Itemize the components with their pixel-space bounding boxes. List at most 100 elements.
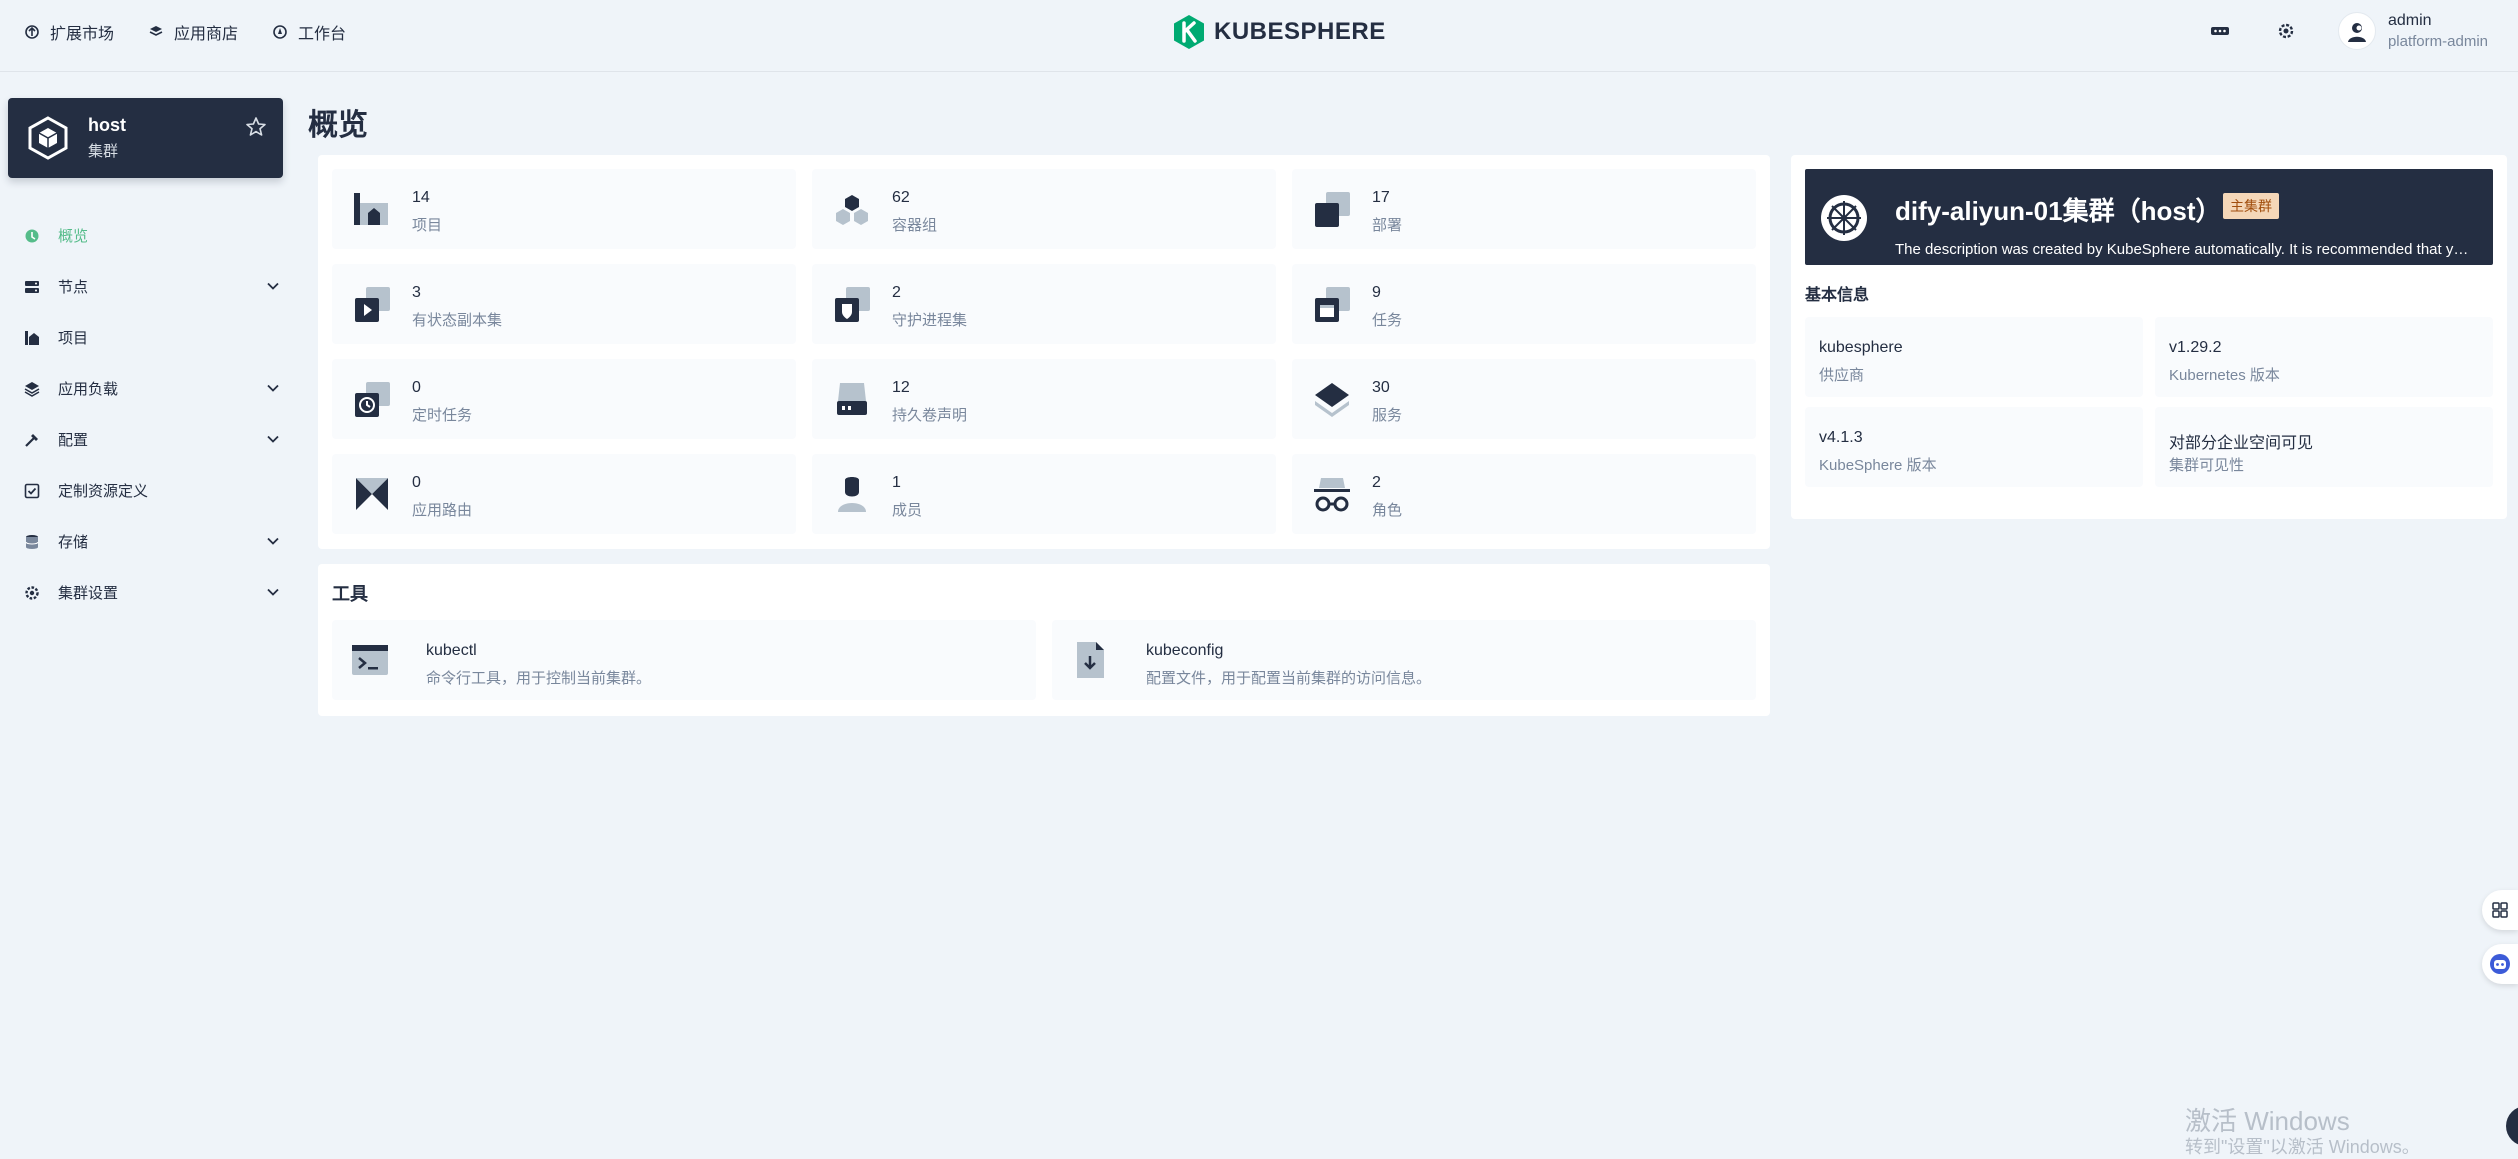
- sidebar-item-label: 集群设置: [58, 585, 119, 602]
- sidebar-item-crd[interactable]: 定制资源定义: [24, 465, 284, 516]
- float-apps-button[interactable]: [2482, 890, 2518, 930]
- stat-label: 任务: [1372, 312, 1403, 329]
- stat-pvcs[interactable]: 12 持久卷声明: [812, 359, 1276, 439]
- float-assistant-button[interactable]: [2482, 944, 2518, 984]
- stat-ingresses[interactable]: 0 应用路由: [332, 454, 796, 534]
- sidebar-item-cluster-settings[interactable]: 集群设置: [24, 567, 284, 618]
- tools-panel: 工具 kubectl 命令行工具，用于控制当前集群。 kubeconfig 配置…: [318, 564, 1770, 716]
- chevron-down-icon: [267, 384, 279, 392]
- tool-name: kubeconfig: [1146, 642, 1224, 659]
- top-bar: 扩展市场 应用商店 工作台 KUBESPHERE admin platform-…: [0, 0, 2518, 72]
- info-label: Kubernetes 版本: [2169, 367, 2280, 384]
- stat-statefulsets[interactable]: 3 有状态副本集: [332, 264, 796, 344]
- cluster-type: 集群: [88, 143, 119, 160]
- brand-name: KUBESPHERE: [1214, 18, 1386, 45]
- stat-label: 成员: [892, 502, 923, 519]
- top-right-actions: admin platform-admin: [2206, 12, 2488, 50]
- cluster-title: dify-aliyun-01集群（host）: [1895, 196, 2222, 226]
- side-nav: 概览 节点 项目 应用负载 配置 定制资源定义 存储 集群设置: [24, 210, 284, 618]
- stat-cronjobs[interactable]: 0 定时任务: [332, 359, 796, 439]
- cronjob-icon: [355, 382, 390, 417]
- tool-kubeconfig[interactable]: kubeconfig 配置文件，用于配置当前集群的访问信息。: [1052, 620, 1756, 700]
- settings-button[interactable]: [2272, 17, 2300, 45]
- info-label: 集群可见性: [2169, 457, 2245, 474]
- info-provider: kubesphere 供应商: [1805, 317, 2143, 397]
- stat-label: 守护进程集: [892, 312, 968, 329]
- topnav-workbench[interactable]: 工作台: [272, 20, 346, 44]
- user-menu[interactable]: admin platform-admin: [2337, 12, 2488, 50]
- stat-value: 0: [412, 474, 421, 491]
- stat-deployments[interactable]: 17 部署: [1292, 169, 1756, 249]
- stat-label: 有状态副本集: [412, 312, 503, 329]
- star-icon[interactable]: [245, 116, 267, 138]
- sidebar-item-config[interactable]: 配置: [24, 414, 284, 465]
- kubesphere-logo[interactable]: KUBESPHERE: [1172, 14, 1386, 50]
- sidebar-item-nodes[interactable]: 节点: [24, 261, 284, 312]
- cluster-icon: [28, 116, 68, 160]
- info-value: v4.1.3: [1819, 429, 1863, 446]
- topnav-app-store[interactable]: 应用商店: [148, 20, 238, 44]
- sidebar-item-overview[interactable]: 概览: [24, 210, 284, 261]
- topnav-extension-label: 扩展市场: [50, 26, 115, 43]
- download-file-icon: [1077, 642, 1104, 678]
- stat-label: 定时任务: [412, 407, 473, 424]
- kubernetes-icon: [1821, 195, 1867, 241]
- tool-desc: 命令行工具，用于控制当前集群。: [426, 670, 652, 687]
- corner-help-button[interactable]: [2506, 1106, 2518, 1146]
- job-icon: [1315, 287, 1350, 322]
- sidebar-item-projects[interactable]: 项目: [24, 312, 284, 363]
- kubesphere-logo-icon: [1174, 15, 1204, 49]
- stat-projects[interactable]: 14 项目: [332, 169, 796, 249]
- more-button[interactable]: [2206, 17, 2234, 45]
- terminal-icon: [352, 645, 388, 675]
- sidebar-item-storage[interactable]: 存储: [24, 516, 284, 567]
- info-value: kubesphere: [1819, 339, 1903, 356]
- role-icon: [1314, 478, 1350, 512]
- stat-value: 9: [1372, 284, 1381, 301]
- daemonset-icon: [835, 287, 870, 322]
- ingress-icon: [356, 478, 388, 510]
- page-title: 概览: [308, 109, 368, 142]
- stat-label: 角色: [1372, 502, 1403, 519]
- info-cluster-visibility: 对部分企业空间可见 集群可见性: [2155, 407, 2493, 487]
- topnav-extension-market[interactable]: 扩展市场: [24, 20, 114, 44]
- stat-members[interactable]: 1 成员: [812, 454, 1276, 534]
- stat-value: 2: [1372, 474, 1381, 491]
- windows-activation-watermark: 激活 Windows 转到"设置"以激活 Windows。: [2185, 1106, 2420, 1159]
- tool-name: kubectl: [426, 642, 477, 659]
- stat-daemonsets[interactable]: 2 守护进程集: [812, 264, 1276, 344]
- cluster-description: The description was created by KubeSpher…: [1895, 241, 2475, 258]
- sidebar-item-label: 节点: [58, 279, 89, 296]
- info-kubernetes-version: v1.29.2 Kubernetes 版本: [2155, 317, 2493, 397]
- cluster-name: host: [88, 115, 126, 135]
- crd-icon: [24, 483, 40, 499]
- workload-icon: [24, 381, 40, 397]
- member-icon: [838, 477, 866, 512]
- stat-label: 应用路由: [412, 502, 473, 519]
- stat-value: 3: [412, 284, 421, 301]
- user-name: admin: [2387, 12, 2432, 29]
- sidebar-item-label: 定制资源定义: [58, 483, 149, 500]
- info-value: 对部分企业空间可见: [2169, 435, 2314, 452]
- stat-value: 2: [892, 284, 901, 301]
- stat-roles[interactable]: 2 角色: [1292, 454, 1756, 534]
- stat-services[interactable]: 30 服务: [1292, 359, 1756, 439]
- cluster-card[interactable]: host 集群: [8, 98, 283, 178]
- extension-icon: [25, 25, 39, 39]
- stat-label: 容器组: [892, 217, 938, 234]
- stat-value: 0: [412, 379, 421, 396]
- info-label: KubeSphere 版本: [1819, 457, 1937, 474]
- tools-title: 工具: [332, 584, 368, 604]
- tool-kubectl[interactable]: kubectl 命令行工具，用于控制当前集群。: [332, 620, 1036, 700]
- stat-value: 12: [892, 379, 910, 396]
- stat-jobs[interactable]: 9 任务: [1292, 264, 1756, 344]
- sidebar-item-workloads[interactable]: 应用负载: [24, 363, 284, 414]
- top-nav: 扩展市场 应用商店 工作台: [24, 20, 346, 44]
- cluster-info-header: dify-aliyun-01集群（host） 主集群 The descripti…: [1805, 169, 2493, 265]
- appstore-icon: [149, 26, 163, 36]
- info-value: v1.29.2: [2169, 339, 2222, 356]
- stat-pods[interactable]: 62 容器组: [812, 169, 1276, 249]
- cluster-info-panel: dify-aliyun-01集群（host） 主集群 The descripti…: [1791, 155, 2507, 519]
- stat-label: 服务: [1372, 407, 1403, 424]
- stat-label: 持久卷声明: [892, 407, 968, 424]
